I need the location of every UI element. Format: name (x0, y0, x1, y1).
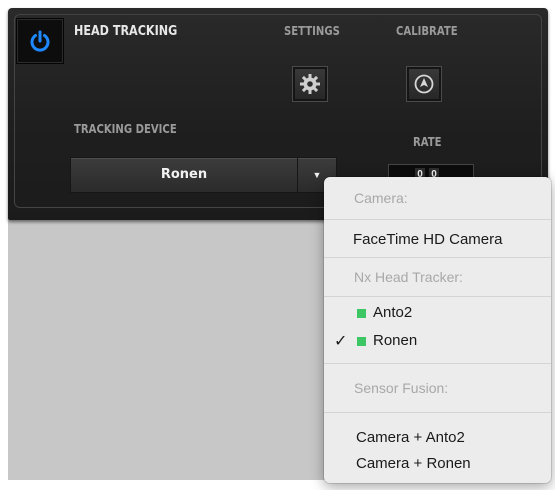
tracking-device-select[interactable]: Ronen (70, 157, 298, 193)
menu-item-label: Camera + Anto2 (356, 429, 465, 446)
menu-separator (324, 412, 551, 413)
gear-icon (300, 74, 320, 94)
menu-item-camera-anto2[interactable]: Camera + Anto2 (324, 425, 551, 451)
menu-item-anto2[interactable]: Anto2 (324, 300, 551, 326)
menu-header-nx-head-tracker: Nx Head Tracker: (354, 269, 463, 285)
status-dot-icon (357, 337, 366, 346)
menu-item-label: Camera + Ronen (356, 455, 471, 472)
menu-header-camera: Camera: (354, 190, 408, 206)
power-button[interactable] (16, 18, 64, 64)
panel-title: HEAD TRACKING (74, 24, 178, 39)
calibrate-icon (414, 74, 434, 94)
calibrate-label: CALIBRATE (396, 24, 458, 38)
menu-item-label: Anto2 (373, 304, 413, 321)
menu-item-label: Ronen (373, 332, 418, 349)
checkmark-icon: ✓ (334, 333, 348, 350)
settings-label: SETTINGS (284, 24, 340, 38)
menu-item-facetime-camera[interactable]: FaceTime HD Camera (324, 227, 551, 253)
menu-header-sensor-fusion: Sensor Fusion: (354, 380, 449, 396)
status-dot-icon (357, 309, 366, 318)
menu-item-camera-ronen[interactable]: Camera + Ronen (324, 451, 551, 477)
menu-separator (324, 363, 551, 364)
tracking-device-label: TRACKING DEVICE (74, 122, 177, 136)
power-icon (30, 30, 50, 52)
tracking-device-menu: Camera: FaceTime HD Camera Nx Head Track… (324, 177, 551, 483)
plugin-window: HEAD TRACKING SETTINGS CALIBRATE TRACKIN… (0, 0, 555, 490)
dropdown-arrow-icon: ▼ (312, 170, 322, 180)
menu-item-label: FaceTime HD Camera (353, 231, 503, 248)
menu-separator (324, 219, 551, 220)
menu-item-ronen[interactable]: ✓ Ronen (324, 328, 551, 354)
menu-separator (324, 296, 551, 297)
rate-label: RATE (413, 135, 442, 149)
calibrate-button[interactable] (406, 66, 442, 102)
settings-button[interactable] (292, 66, 328, 102)
menu-separator (324, 257, 551, 258)
